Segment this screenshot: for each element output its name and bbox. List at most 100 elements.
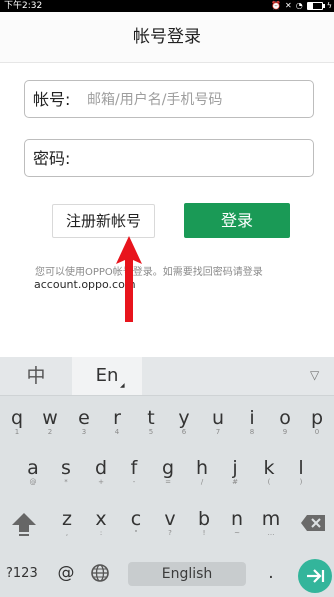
key-char: k — [263, 457, 275, 479]
password-field[interactable]: 密码: — [24, 139, 314, 177]
key-char: u — [211, 407, 225, 429]
key-char: b — [197, 508, 211, 530]
key-char: s — [61, 457, 71, 479]
space-key[interactable]: English — [128, 562, 246, 586]
key-g[interactable]: g = — [153, 458, 183, 487]
key-char: a — [27, 457, 39, 479]
charging-icon: ϟ — [326, 1, 332, 10]
account-input[interactable] — [87, 86, 307, 114]
key-sub: 0 — [314, 428, 320, 436]
alarm-icon: ⏰ — [271, 1, 282, 10]
key-char: y — [178, 407, 190, 429]
enter-key[interactable] — [298, 559, 332, 593]
account-label: 帐号: — [33, 90, 71, 109]
key-sub: 9 — [282, 428, 288, 436]
password-input[interactable] — [87, 145, 307, 173]
key-p[interactable]: p0 — [302, 408, 332, 437]
key-sub: ( — [267, 478, 271, 486]
key-char: j — [232, 457, 238, 479]
register-button[interactable]: 注册新帐号 — [52, 204, 155, 238]
key-sub: ? — [168, 529, 172, 537]
key-sub: : — [99, 529, 103, 537]
globe-icon[interactable] — [90, 563, 110, 583]
login-button[interactable]: 登录 — [184, 203, 290, 238]
key-o[interactable]: o9 — [270, 408, 300, 437]
key-z[interactable]: z, — [52, 509, 82, 538]
key-char: w — [42, 407, 58, 429]
key-char: n — [230, 508, 244, 530]
key-m[interactable]: m… — [256, 509, 286, 538]
english-input-tab[interactable]: En — [72, 357, 142, 395]
key-k[interactable]: k( — [254, 458, 284, 487]
hint-text: 您可以使用OPPO帐号登录。如需要找回密码请登录 — [35, 267, 263, 278]
mute-icon: ✕ — [285, 1, 292, 10]
period-key[interactable]: . — [266, 563, 276, 583]
key-sub: 2 — [47, 428, 53, 436]
at-key[interactable]: @ — [57, 562, 75, 584]
key-c[interactable]: c " — [121, 509, 151, 538]
key-char: z — [62, 508, 72, 530]
key-sub: 1 — [14, 428, 20, 436]
key-char: q — [10, 407, 24, 429]
key-t[interactable]: t5 — [136, 408, 166, 437]
key-sub: 3 — [81, 428, 87, 436]
key-f[interactable]: f- — [119, 458, 149, 487]
key-x[interactable]: x: — [86, 509, 116, 538]
key-sub: 6 — [181, 428, 187, 436]
key-j[interactable]: j # — [220, 458, 250, 487]
numbers-key[interactable]: ?123 — [6, 565, 42, 583]
key-u[interactable]: u7 — [203, 408, 233, 437]
key-char: l — [298, 457, 304, 479]
key-sub: ! — [202, 529, 206, 537]
chinese-input-tab[interactable]: 中 — [18, 357, 54, 395]
key-d[interactable]: d + — [86, 458, 116, 487]
key-char: f — [130, 457, 138, 479]
key-w[interactable]: w2 — [35, 408, 65, 437]
key-char: m — [261, 508, 281, 530]
key-char: h — [195, 457, 209, 479]
key-sub: " — [134, 529, 138, 537]
key-a[interactable]: a @ — [18, 458, 48, 487]
key-s[interactable]: s * — [51, 458, 81, 487]
key-char: g — [161, 457, 175, 479]
red-arrow-icon — [116, 236, 142, 322]
key-r[interactable]: r4 — [102, 408, 132, 437]
key-b[interactable]: b! — [189, 509, 219, 538]
key-h[interactable]: h / — [187, 458, 217, 487]
key-y[interactable]: y6 — [169, 408, 199, 437]
key-char: c — [130, 508, 142, 530]
key-v[interactable]: v? — [155, 509, 185, 538]
key-sub: … — [267, 529, 275, 537]
status-icons: ⏰ ✕ ◔ ϟ — [271, 0, 332, 12]
key-l[interactable]: l) — [286, 458, 316, 487]
key-char: o — [279, 407, 291, 429]
key-sub: - — [132, 478, 136, 486]
key-sub: , — [65, 529, 69, 537]
key-sub: ~ — [234, 529, 240, 537]
key-sub: @ — [29, 478, 37, 486]
key-char: d — [94, 457, 108, 479]
key-i[interactable]: i8 — [237, 408, 267, 437]
collapse-keyboard-icon[interactable]: ▽ — [310, 368, 319, 382]
key-sub: 4 — [114, 428, 120, 436]
key-sub: * — [64, 478, 68, 486]
password-label: 密码: — [33, 149, 71, 168]
status-time: 下午2:32 — [4, 1, 43, 11]
key-sub: ) — [299, 478, 303, 486]
key-sub: / — [200, 478, 204, 486]
key-char: e — [78, 407, 90, 429]
key-char: r — [113, 407, 121, 429]
corner-mark-icon: ◢ — [120, 382, 125, 389]
backspace-key-icon[interactable] — [300, 513, 326, 533]
wifi-icon: ◔ — [295, 1, 303, 10]
key-char: i — [249, 407, 255, 429]
account-field[interactable]: 帐号: — [24, 80, 314, 118]
key-char: x — [95, 508, 107, 530]
key-sub: + — [98, 478, 104, 486]
key-n[interactable]: n ~ — [222, 509, 252, 538]
shift-key-icon[interactable] — [10, 511, 38, 537]
key-q[interactable]: q1 — [2, 408, 32, 437]
key-e[interactable]: e3 — [69, 408, 99, 437]
key-sub: = — [165, 478, 171, 486]
key-sub: # — [232, 478, 238, 486]
